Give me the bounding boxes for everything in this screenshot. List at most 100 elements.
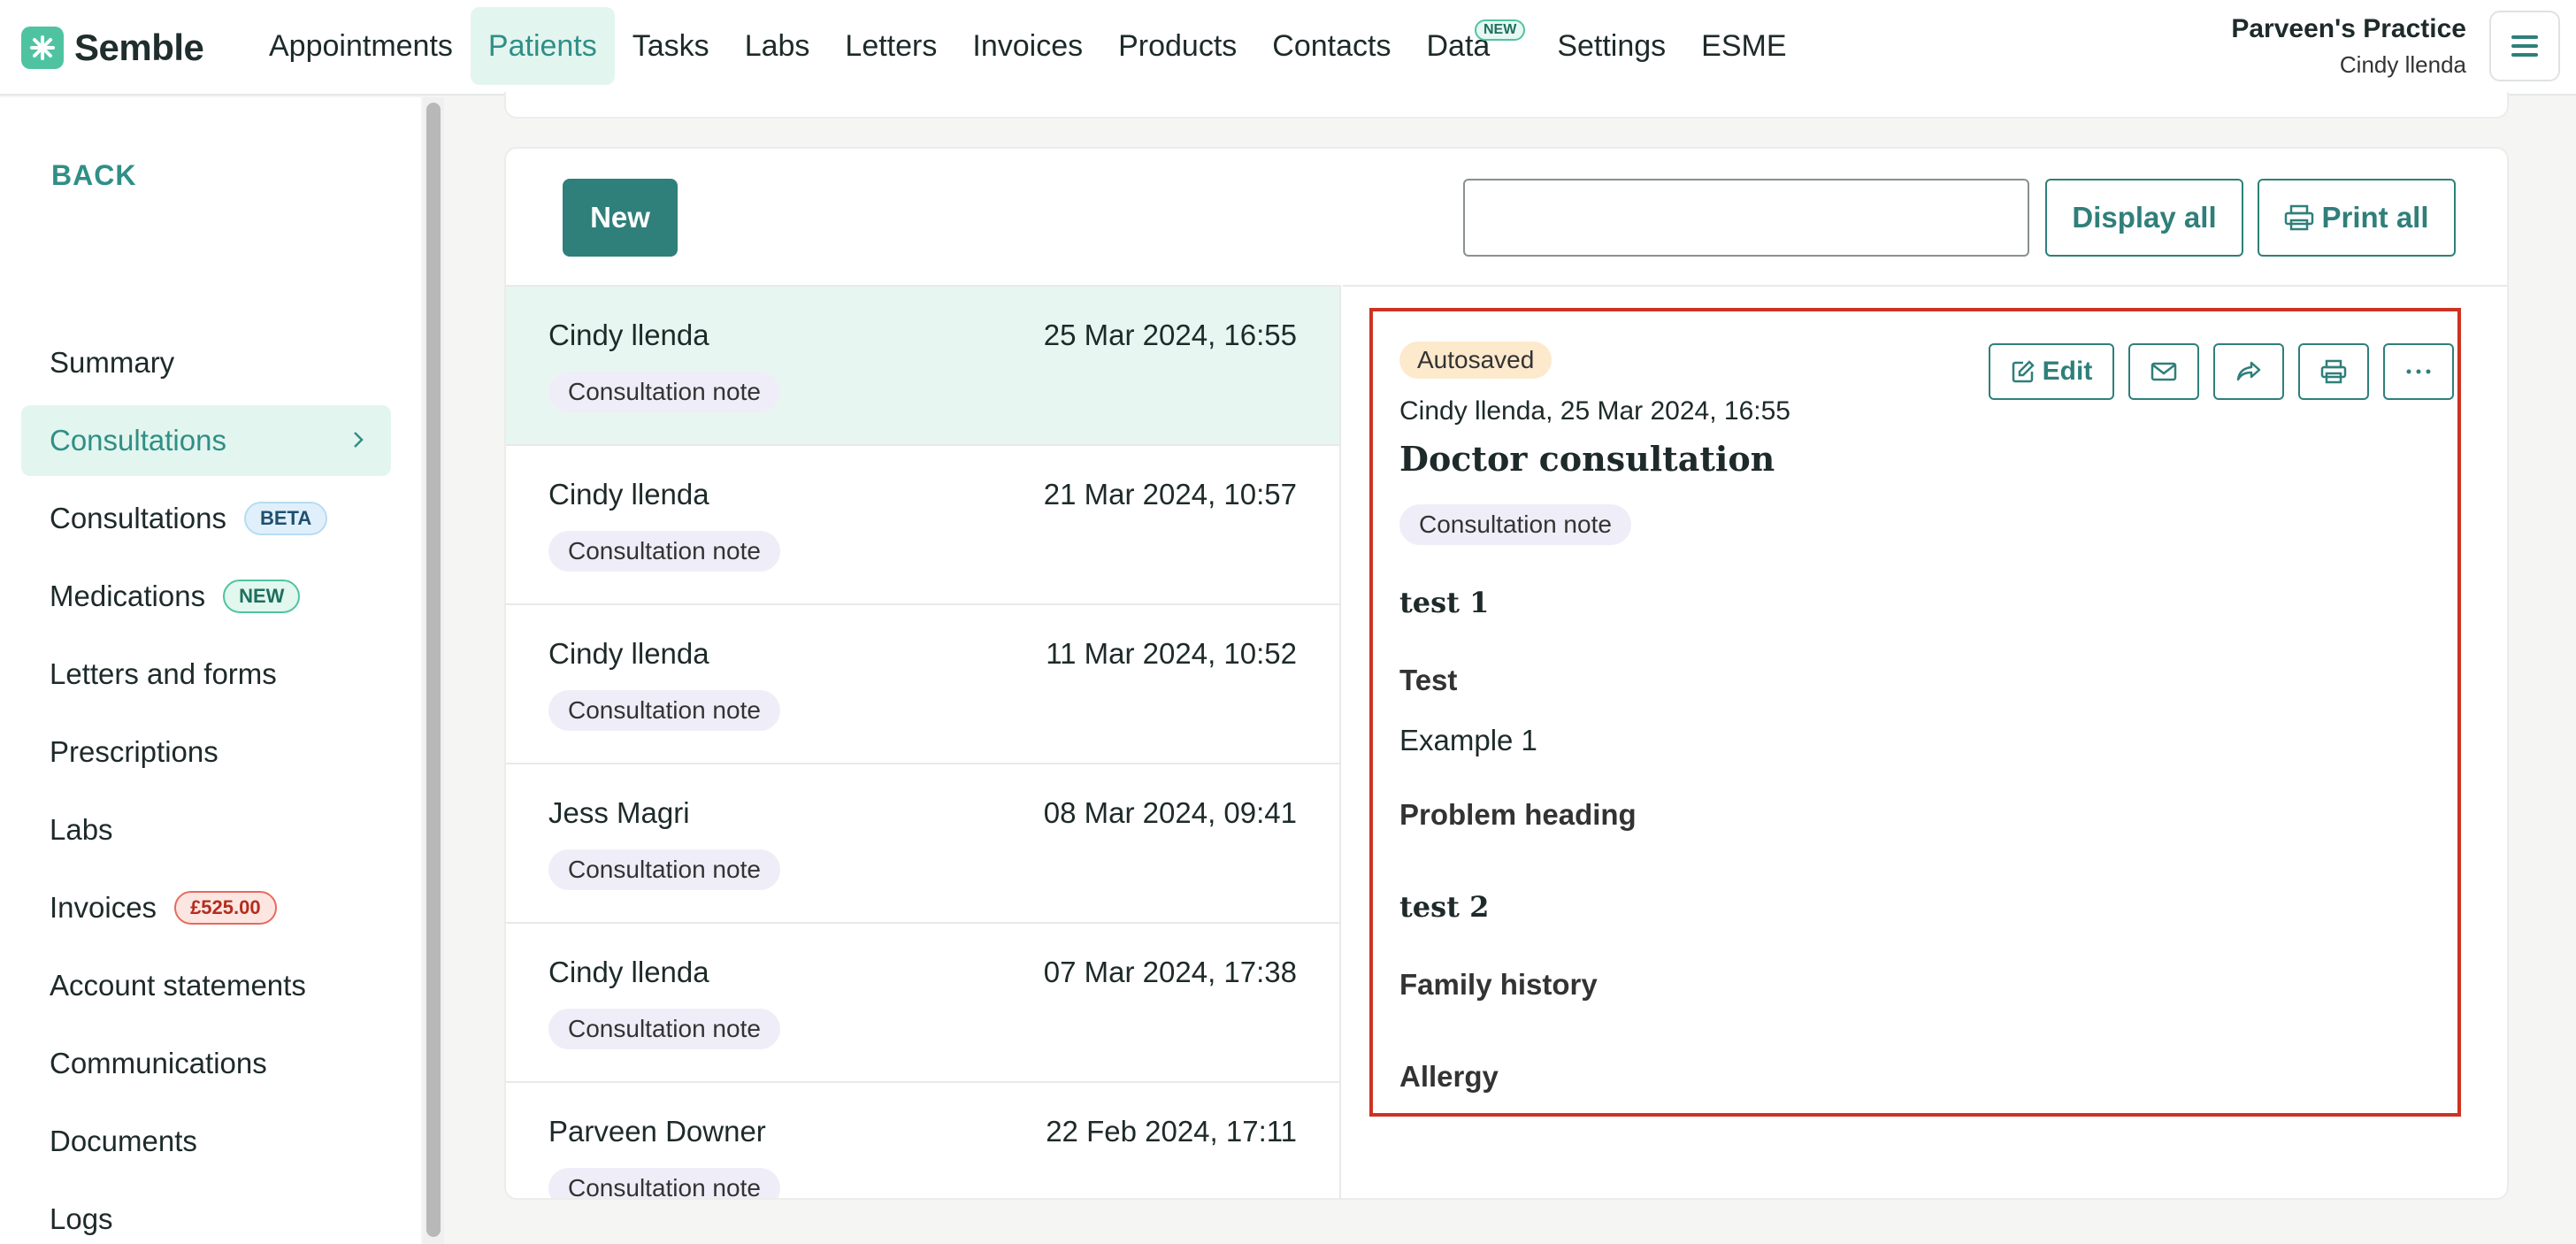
row-tag: Consultation note — [548, 690, 780, 731]
display-all-button[interactable]: Display all — [2045, 179, 2243, 257]
section-heading: test 2 — [1399, 890, 1490, 924]
row-date: 08 Mar 2024, 09:41 — [1043, 796, 1297, 829]
nav-contacts[interactable]: Contacts — [1254, 7, 1408, 85]
chevron-right-icon — [354, 432, 364, 448]
brand-name: Semble — [74, 27, 204, 68]
nav-patients[interactable]: Patients — [470, 7, 615, 85]
practice-name: Parveen's Practice — [2231, 14, 2466, 43]
row-author: Parveen Downer — [548, 1115, 766, 1148]
nav-settings[interactable]: Settings — [1539, 7, 1683, 85]
row-author: Cindy llenda — [548, 478, 709, 511]
row-author: Cindy llenda — [548, 956, 709, 988]
sidebar-item-label: Logs — [50, 1202, 113, 1235]
row-tag: Consultation note — [548, 1168, 780, 1198]
section-heading: test 1 — [1399, 586, 1490, 619]
sidebar-item-label: Medications — [50, 580, 206, 612]
previous-card-edge — [504, 92, 2509, 119]
sidebar-item-account-statements[interactable]: Account statements — [21, 950, 391, 1021]
patient-sidebar: BACK Summary Consultations Consultations… — [0, 97, 421, 1244]
new-badge: NEW — [1474, 19, 1526, 41]
sidebar-item-label: Invoices — [50, 891, 157, 924]
row-date: 21 Mar 2024, 10:57 — [1043, 478, 1297, 511]
sidebar-item-label: Communications — [50, 1047, 267, 1079]
nav-labs[interactable]: Labs — [727, 7, 828, 85]
practice-info[interactable]: Parveen's Practice Cindy llenda — [2231, 14, 2466, 79]
consultation-detail: Autosaved Cindy llenda, 25 Mar 2024, 16:… — [1343, 285, 2507, 1198]
search-input[interactable] — [1463, 179, 2029, 257]
row-tag: Consultation note — [548, 1009, 780, 1049]
more-options-button[interactable] — [2383, 343, 2454, 400]
hamburger-menu-button[interactable] — [2489, 11, 2560, 81]
print-button[interactable] — [2298, 343, 2369, 400]
sidebar-item-letters-and-forms[interactable]: Letters and forms — [21, 639, 391, 710]
consultation-meta: Cindy llenda, 25 Mar 2024, 16:55 — [1399, 396, 1790, 426]
autosaved-badge: Autosaved — [1399, 342, 1552, 379]
consultation-detail-highlight: Autosaved Cindy llenda, 25 Mar 2024, 16:… — [1369, 308, 2461, 1117]
back-link[interactable]: BACK — [51, 159, 136, 192]
sidebar-item-invoices[interactable]: Invoices £525.00 — [21, 872, 391, 943]
semble-logo-icon — [21, 27, 64, 69]
sidebar-item-consultations-beta[interactable]: Consultations BETA — [21, 483, 391, 554]
consultation-row[interactable]: Cindy llenda 07 Mar 2024, 17:38 Consulta… — [506, 924, 1339, 1083]
consultation-row[interactable]: Cindy llenda 21 Mar 2024, 10:57 Consulta… — [506, 446, 1339, 605]
nav-invoices[interactable]: Invoices — [954, 7, 1100, 85]
row-author: Cindy llenda — [548, 637, 709, 670]
mail-icon — [2150, 362, 2177, 381]
sidebar-item-label: Documents — [50, 1125, 197, 1157]
share-button[interactable] — [2213, 343, 2284, 400]
sidebar-item-label: Consultations — [50, 424, 226, 457]
row-date: 07 Mar 2024, 17:38 — [1043, 956, 1297, 988]
row-author: Jess Magri — [548, 796, 690, 829]
current-user: Cindy llenda — [2339, 51, 2466, 78]
sidebar-menu: Summary Consultations Consultations BETA… — [21, 327, 391, 1244]
consultation-row[interactable]: Cindy llenda 25 Mar 2024, 16:55 Consulta… — [506, 287, 1339, 446]
sidebar-item-labs[interactable]: Labs — [21, 795, 391, 865]
sidebar-item-label: Summary — [50, 346, 175, 379]
section-heading: Family history — [1399, 968, 1598, 1001]
nav-data[interactable]: Data NEW — [1408, 7, 1526, 85]
main-nav: Appointments Patients Tasks Labs Letters… — [251, 7, 1805, 85]
sidebar-scrollbar-thumb[interactable] — [426, 103, 441, 1237]
email-button[interactable] — [2128, 343, 2199, 400]
print-all-label: Print all — [2321, 201, 2429, 234]
section-text: Example 1 — [1399, 724, 1537, 756]
nav-products[interactable]: Products — [1100, 7, 1254, 85]
section-heading: Test — [1399, 664, 1458, 696]
beta-badge: BETA — [243, 502, 328, 535]
row-date: 25 Mar 2024, 16:55 — [1043, 319, 1297, 351]
sidebar-item-communications[interactable]: Communications — [21, 1028, 391, 1099]
nav-tasks[interactable]: Tasks — [615, 7, 727, 85]
brand-logo[interactable]: Semble — [21, 23, 204, 73]
row-author: Cindy llenda — [548, 319, 709, 351]
consultation-row[interactable]: Parveen Downer 22 Feb 2024, 17:11 Consul… — [506, 1083, 1339, 1198]
row-date: 22 Feb 2024, 17:11 — [1046, 1115, 1297, 1148]
sidebar-item-logs[interactable]: Logs — [21, 1184, 391, 1244]
consultations-panel: New Display all Print all Cindy llenda 2… — [504, 147, 2509, 1200]
edit-icon — [2012, 360, 2035, 383]
sidebar-item-medications[interactable]: Medications NEW — [21, 561, 391, 632]
consultation-row[interactable]: Cindy llenda 11 Mar 2024, 10:52 Consulta… — [506, 605, 1339, 764]
row-tag: Consultation note — [548, 372, 780, 412]
row-tag: Consultation note — [548, 531, 780, 572]
sidebar-item-consultations[interactable]: Consultations — [21, 405, 391, 476]
nav-letters[interactable]: Letters — [827, 7, 954, 85]
consultation-row[interactable]: Jess Magri 08 Mar 2024, 09:41 Consultati… — [506, 764, 1339, 924]
consultation-title: Doctor consultation — [1399, 439, 1775, 479]
new-consultation-button[interactable]: New — [563, 179, 678, 257]
print-all-button[interactable]: Print all — [2258, 179, 2456, 257]
nav-appointments[interactable]: Appointments — [251, 7, 471, 85]
sidebar-item-label: Account statements — [50, 969, 306, 1002]
consultation-tag: Consultation note — [1399, 504, 1631, 545]
new-badge: NEW — [223, 580, 301, 613]
sidebar-item-prescriptions[interactable]: Prescriptions — [21, 717, 391, 787]
ellipsis-icon — [2406, 369, 2431, 374]
top-navigation-bar: Semble Appointments Patients Tasks Labs … — [0, 0, 2576, 96]
hamburger-icon — [2511, 35, 2538, 57]
sidebar-item-label: Letters and forms — [50, 657, 277, 690]
sidebar-item-summary[interactable]: Summary — [21, 327, 391, 398]
sidebar-item-label: Labs — [50, 813, 113, 846]
sidebar-item-documents[interactable]: Documents — [21, 1106, 391, 1177]
section-heading: Allergy — [1399, 1060, 1499, 1093]
nav-esme[interactable]: ESME — [1683, 7, 1804, 85]
edit-button[interactable]: Edit — [1989, 343, 2114, 400]
